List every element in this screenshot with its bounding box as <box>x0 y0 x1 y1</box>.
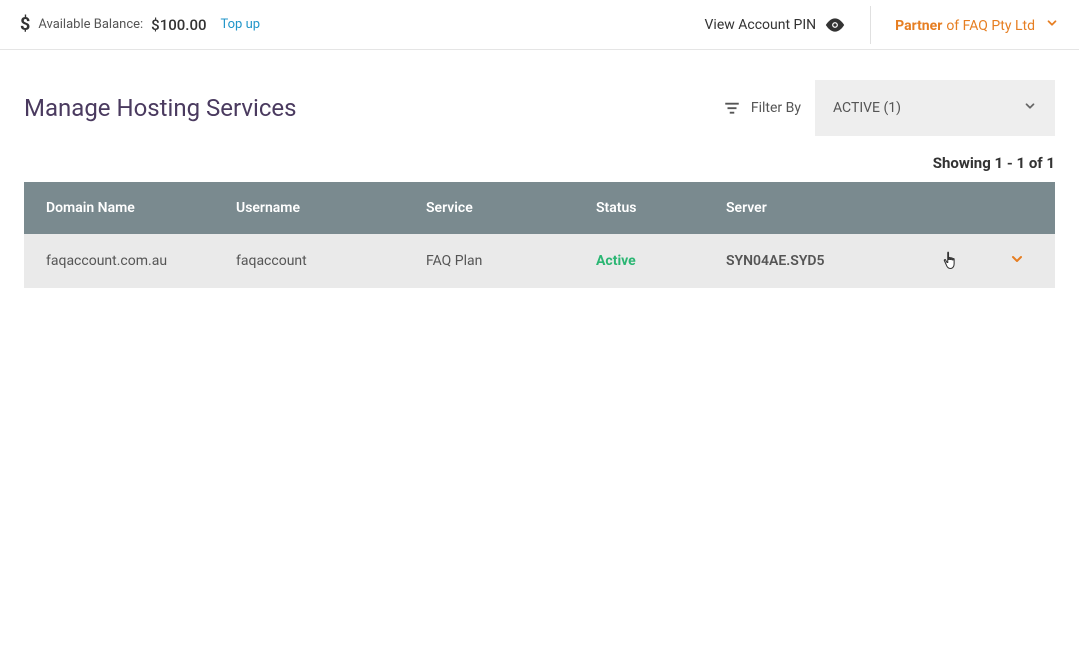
page-title: Manage Hosting Services <box>24 94 297 122</box>
dollar-icon: $ <box>20 14 30 35</box>
topbar: $ Available Balance: $100.00 Top up View… <box>0 0 1079 50</box>
td-domain: faqaccount.com.au <box>24 253 224 269</box>
chevron-down-icon <box>1023 99 1037 117</box>
table-header-row: Domain Name Username Service Status Serv… <box>24 182 1055 234</box>
td-status: Active <box>584 253 714 269</box>
expand-row-button[interactable] <box>1009 251 1025 271</box>
th-domain: Domain Name <box>24 200 224 216</box>
th-status: Status <box>584 200 714 216</box>
td-server: SYN04AE.SYD5 <box>714 253 914 269</box>
topbar-right: View Account PIN Partner of FAQ Pty Ltd <box>705 6 1059 44</box>
partner-dropdown[interactable]: Partner of FAQ Pty Ltd <box>895 15 1059 34</box>
filter-label-group: Filter By <box>723 99 801 117</box>
filter-select[interactable]: ACTIVE (1) <box>815 80 1055 136</box>
server-value: SYN04AE.SYD5 <box>726 253 825 269</box>
topup-link[interactable]: Top up <box>221 17 261 32</box>
chevron-down-icon <box>1045 15 1059 34</box>
td-username: faqaccount <box>224 253 414 269</box>
th-service: Service <box>414 200 584 216</box>
balance-label: Available Balance: <box>38 17 143 32</box>
filter-by-label: Filter By <box>751 100 801 116</box>
table-row[interactable]: faqaccount.com.au faqaccount FAQ Plan Ac… <box>24 234 1055 288</box>
divider <box>870 6 871 44</box>
pointer-cursor-icon <box>941 250 959 272</box>
td-actions <box>914 250 1055 272</box>
th-username: Username <box>224 200 414 216</box>
filter-icon <box>723 99 741 117</box>
content: Manage Hosting Services Filter By ACTIVE… <box>0 50 1079 288</box>
view-pin-label: View Account PIN <box>705 17 817 33</box>
partner-label-bold: Partner <box>895 18 942 34</box>
filter-selected-value: ACTIVE (1) <box>833 100 901 116</box>
eye-icon <box>824 14 846 36</box>
partner-label-rest2: of FAQ Pty Ltd <box>946 18 1035 34</box>
balance-section: $ Available Balance: $100.00 Top up <box>20 14 260 35</box>
services-table: Domain Name Username Service Status Serv… <box>24 182 1055 288</box>
filter-area: Filter By ACTIVE (1) <box>723 80 1055 136</box>
th-server: Server <box>714 200 914 216</box>
td-service: FAQ Plan <box>414 253 584 269</box>
page-header: Manage Hosting Services Filter By ACTIVE… <box>24 80 1055 136</box>
pagination-summary: Showing 1 - 1 of 1 <box>24 154 1055 172</box>
view-account-pin[interactable]: View Account PIN <box>705 14 847 36</box>
balance-amount: $100.00 <box>151 16 206 34</box>
status-badge: Active <box>596 253 636 269</box>
